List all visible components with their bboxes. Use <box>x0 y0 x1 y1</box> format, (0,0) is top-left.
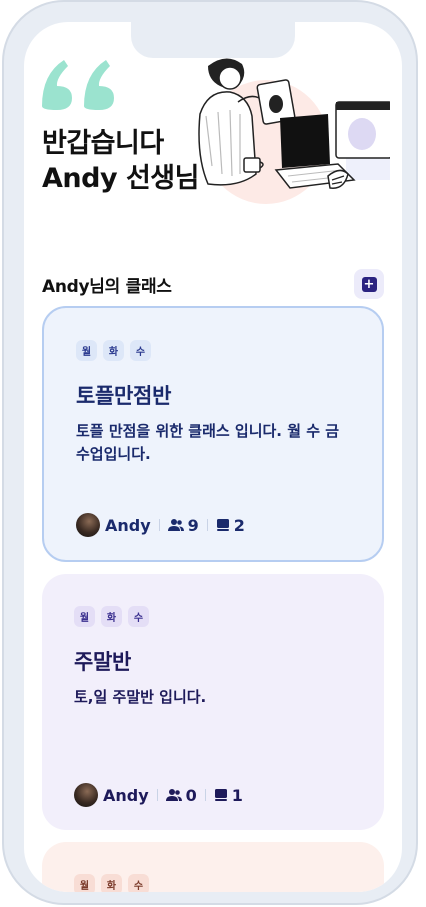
book-icon <box>214 789 227 801</box>
class-card-footer: Andy 9 2 <box>76 512 245 538</box>
day-chip-wed: 수 <box>128 874 149 892</box>
day-chip-mon: 월 <box>76 340 97 361</box>
day-chip-tue: 화 <box>101 606 122 627</box>
quote-mark-icon <box>42 60 114 110</box>
day-chips: 월 화 수 <box>76 340 151 361</box>
users-icon <box>165 789 182 801</box>
plus-square-icon: + <box>361 276 377 292</box>
class-section-header: Andy님의 클래스 + <box>42 269 384 299</box>
phone-screen: 반갑습니다 Andy 선생님 Andy님의 클래스 + 월 화 수 토플만점반 … <box>24 22 402 892</box>
lesson-count: 2 <box>216 516 245 535</box>
student-count-value: 9 <box>187 515 199 535</box>
class-name: 주말반 <box>74 650 132 674</box>
phone-frame: 반갑습니다 Andy 선생님 Andy님의 클래스 + 월 화 수 토플만점반 … <box>2 0 418 905</box>
day-chip-tue: 화 <box>101 874 122 892</box>
lesson-count: 1 <box>214 786 243 805</box>
day-chip-wed: 수 <box>130 340 151 361</box>
notch <box>131 22 295 58</box>
class-description: 토,일 주말반 입니다. <box>74 688 207 706</box>
day-chip-tue: 화 <box>103 340 124 361</box>
class-card-footer: Andy 0 1 <box>74 782 243 808</box>
day-chip-mon: 월 <box>74 606 95 627</box>
lesson-count-value: 2 <box>233 515 245 535</box>
divider <box>156 789 158 801</box>
student-count: 0 <box>165 785 197 805</box>
teacher-illustration <box>198 58 390 204</box>
teacher-name: Andy <box>105 515 151 535</box>
add-class-button[interactable]: + <box>354 269 384 299</box>
student-count: 9 <box>167 515 199 535</box>
lesson-count-value: 1 <box>231 785 243 805</box>
greeting-title: 반갑습니다 Andy 선생님 <box>42 126 199 196</box>
users-icon <box>167 519 184 531</box>
divider <box>206 519 208 531</box>
avatar <box>76 513 100 537</box>
section-title: Andy님의 클래스 <box>42 277 172 297</box>
day-chips: 월 화 수 <box>74 606 149 627</box>
book-icon <box>216 519 229 531</box>
class-card-third[interactable]: 월 화 수 <box>42 842 384 892</box>
divider <box>204 789 206 801</box>
day-chip-wed: 수 <box>128 606 149 627</box>
divider <box>158 519 160 531</box>
greeting-line2: Andy 선생님 <box>42 163 199 194</box>
teacher-name: Andy <box>103 785 149 805</box>
avatar <box>74 783 98 807</box>
class-card-toefl[interactable]: 월 화 수 토플만점반 토플 만점을 위한 클래스 입니다. 월 수 금 수업입… <box>42 306 384 562</box>
day-chips: 월 화 수 <box>74 874 149 892</box>
class-description: 토플 만점을 위한 클래스 입니다. 월 수 금 수업입니다. <box>76 422 340 463</box>
class-name: 토플만점반 <box>76 384 172 408</box>
day-chip-mon: 월 <box>74 874 95 892</box>
greeting-line1: 반갑습니다 <box>42 128 164 159</box>
class-card-weekend[interactable]: 월 화 수 주말반 토,일 주말반 입니다. Andy 0 1 <box>42 574 384 830</box>
student-count-value: 0 <box>185 785 197 805</box>
